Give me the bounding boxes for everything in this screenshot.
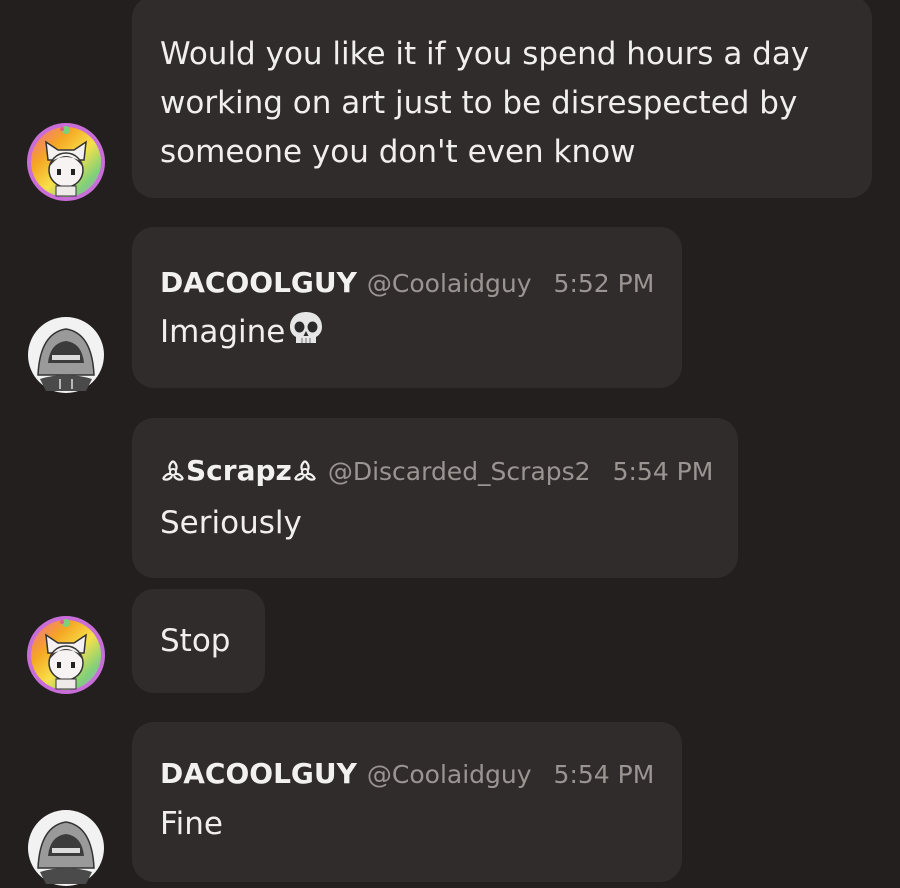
- hooded-figure-avatar-icon[interactable]: [26, 808, 106, 888]
- message-text: Imagine: [160, 314, 286, 350]
- skull-emoji: [287, 310, 325, 361]
- message-bubble[interactable]: Stop: [132, 589, 265, 693]
- author-name-group[interactable]: Scrapz: [160, 451, 318, 493]
- chat-message-list[interactable]: Would you like it if you spend hours a d…: [0, 0, 900, 886]
- biohazard-icon: [160, 453, 186, 493]
- author-handle[interactable]: @Coolaidguy: [367, 264, 532, 304]
- author-name[interactable]: DACOOLGUY: [160, 754, 357, 794]
- message-text: Stop: [160, 623, 231, 659]
- message-bubble[interactable]: Scrapz @Discarded_Scraps2 5:54 PM Seriou…: [132, 418, 738, 578]
- message-timestamp: 5:54 PM: [553, 760, 655, 789]
- cat-girl-avatar-icon[interactable]: [26, 615, 106, 695]
- cat-girl-avatar-icon[interactable]: [26, 122, 106, 202]
- hooded-figure-avatar-icon[interactable]: [26, 315, 106, 395]
- message-text: Seriously: [160, 505, 302, 541]
- message-bubble[interactable]: DACOOLGUY @Coolaidguy 5:54 PM Fine: [132, 722, 682, 882]
- biohazard-icon: [292, 453, 318, 493]
- message-bubble[interactable]: Would you like it if you spend hours a d…: [132, 0, 872, 198]
- author-handle[interactable]: @Discarded_Scraps2: [328, 452, 591, 492]
- author-name[interactable]: DACOOLGUY: [160, 263, 357, 303]
- message-text: Would you like it if you spend hours a d…: [160, 36, 810, 170]
- message-text: Fine: [160, 806, 223, 842]
- author-handle[interactable]: @Coolaidguy: [367, 755, 532, 795]
- message-text-row: Imagine: [160, 308, 654, 361]
- message-header: DACOOLGUY @Coolaidguy 5:54 PM: [160, 754, 654, 795]
- message-timestamp: 5:52 PM: [553, 269, 655, 298]
- message-bubble[interactable]: DACOOLGUY @Coolaidguy 5:52 PM Imagine: [132, 227, 682, 388]
- message-header: Scrapz @Discarded_Scraps2 5:54 PM: [160, 451, 713, 493]
- message-header: DACOOLGUY @Coolaidguy 5:52 PM: [160, 263, 654, 304]
- author-name: Scrapz: [186, 454, 292, 487]
- message-timestamp: 5:54 PM: [612, 457, 714, 486]
